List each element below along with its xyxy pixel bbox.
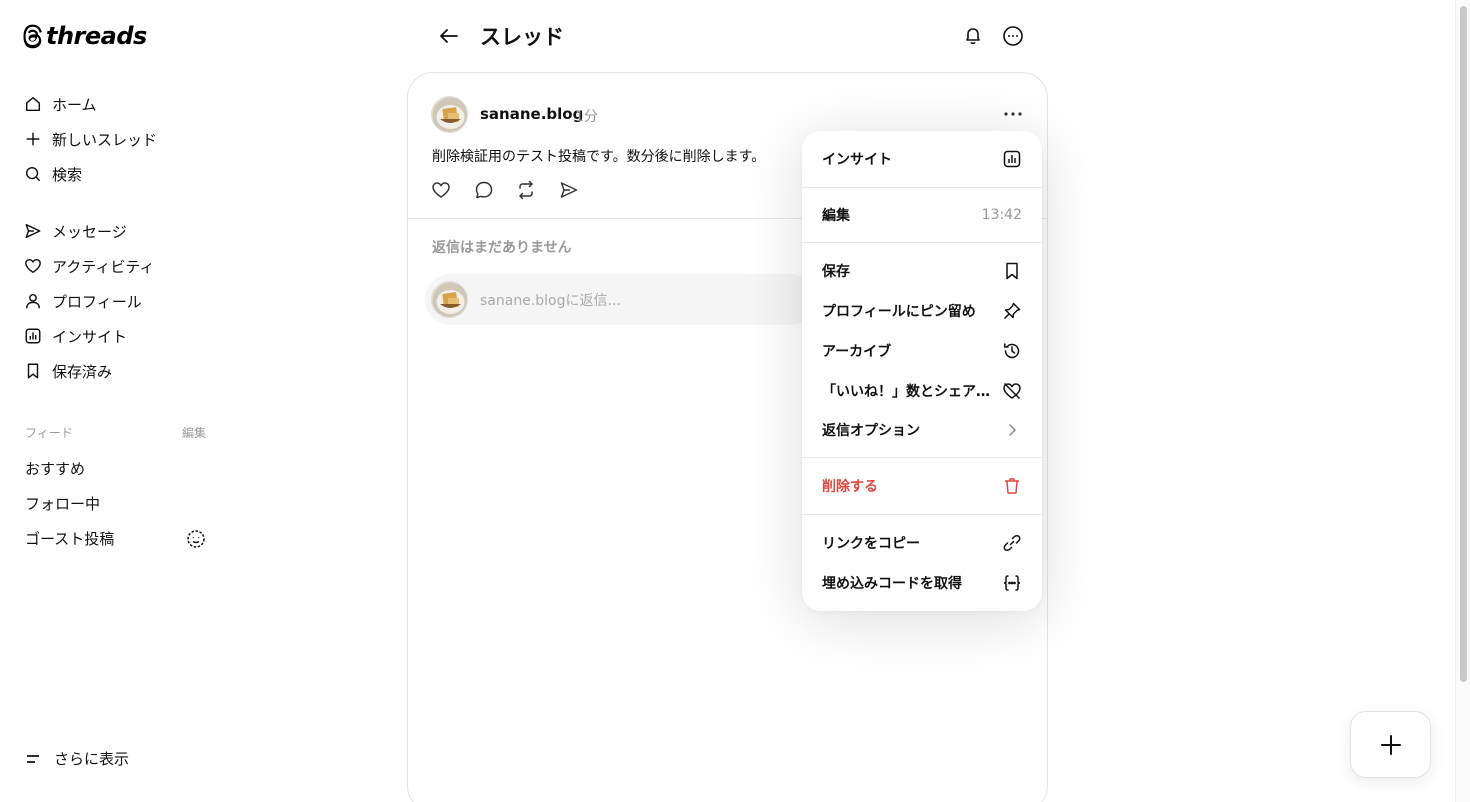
post-options-menu: インサイト 編集 13:42 保存 プロフィールにピン留め アーカイブ 「いいね… [802,131,1042,611]
send-icon [25,223,41,239]
insights-icon [25,328,41,344]
menu-item-insights[interactable]: インサイト [802,141,1042,177]
menu-label: 編集 [822,208,850,224]
more-options-icon[interactable] [1001,24,1025,48]
plus-icon [1380,734,1401,755]
share-icon[interactable] [559,180,579,200]
feed-label: おすすめ [25,460,86,478]
menu-label: リンクをコピー [822,536,920,552]
post-timestamp: 1分 [575,109,598,125]
search-icon [25,166,41,182]
menu-item-pin[interactable]: プロフィールにピン留め [802,293,1042,329]
post-more-icon[interactable] [1000,104,1026,124]
bell-icon[interactable] [961,24,985,48]
reply-avatar [431,281,468,318]
page-title: スレッド [480,25,564,49]
feed-recommended[interactable]: おすすめ [25,458,85,479]
heart-icon [25,258,41,274]
menu-label: 「いいね！」数とシェア数を非表示 [822,384,992,400]
brand-name: threads [46,22,147,50]
chevron-right-icon [1009,424,1016,436]
more-menu-button[interactable]: さらに表示 [25,748,129,769]
threads-logo-icon [23,24,42,49]
nav-label: 新しいスレッド [52,130,158,149]
pin-icon [1003,302,1021,320]
menu-item-hide-likes[interactable]: 「いいね！」数とシェア数を非表示 [802,373,1042,409]
menu-label: プロフィールにピン留め [822,304,976,320]
menu-label: 保存 [822,264,850,280]
nav-label: 保存済み [52,362,113,381]
nav-home[interactable]: ホーム [24,92,97,116]
nav-messages[interactable]: メッセージ [24,219,127,243]
menu-label: 削除する [822,479,878,495]
nav-label: 検索 [52,165,83,184]
feed-label: フォロー中 [25,495,101,513]
heart-off-icon [1003,382,1021,400]
feeds-header: フィード 編集 [25,424,206,441]
nav-new-thread[interactable]: 新しいスレッド [24,127,157,151]
feed-label: ゴースト投稿 [25,530,115,548]
menu-label: 埋め込みコードを取得 [822,576,962,592]
reply-placeholder: sanane.blogに返信... [480,293,621,309]
bookmark-icon [27,363,39,379]
menu-divider [802,514,1042,515]
ghost-icon [187,530,205,548]
menu-item-delete[interactable]: 削除する [802,468,1042,504]
threads-logo[interactable]: threads [22,22,147,50]
embed-code-icon [1003,575,1021,591]
feeds-edit-link[interactable]: 編集 [182,424,206,441]
home-icon [25,96,41,112]
post-username[interactable]: sanane.blog [480,105,583,123]
menu-icon [27,754,39,763]
scrollbar[interactable] [1455,0,1470,802]
repost-icon[interactable] [516,180,536,200]
plus-icon [26,132,40,146]
nav-label: メッセージ [52,222,127,241]
nav-profile[interactable]: プロフィール [24,289,142,313]
menu-item-reply-options[interactable]: 返信オプション [802,412,1042,448]
post-body: 削除検証用のテスト投稿です。数分後に削除します。 [432,149,766,165]
nav-search[interactable]: 検索 [24,162,82,186]
trash-icon [1005,478,1019,494]
back-arrow-icon[interactable] [437,24,461,48]
feed-ghost-posts[interactable]: ゴースト投稿 [25,528,114,549]
menu-divider [802,187,1042,188]
insights-icon [1003,150,1021,168]
menu-label: インサイト [822,152,892,168]
menu-label: アーカイブ [822,344,892,360]
scrollbar-thumb[interactable] [1460,6,1467,682]
nav-activity[interactable]: アクティビティ [24,254,154,278]
comment-icon[interactable] [474,180,494,200]
new-thread-fab[interactable] [1350,711,1431,778]
menu-item-save[interactable]: 保存 [802,253,1042,289]
nav-label: ホーム [52,95,97,114]
no-replies-text: 返信はまだありません [432,240,572,256]
feeds-heading: フィード [25,426,73,440]
menu-item-embed[interactable]: 埋め込みコードを取得 [802,565,1042,601]
menu-divider [802,242,1042,243]
link-icon [1003,534,1021,552]
menu-item-copy-link[interactable]: リンクをコピー [802,525,1042,561]
like-icon[interactable] [431,180,451,200]
nav-label: プロフィール [52,292,142,311]
menu-item-edit[interactable]: 編集 13:42 [802,197,1042,233]
feed-following[interactable]: フォロー中 [25,493,100,514]
nav-saved[interactable]: 保存済み [24,359,112,383]
bookmark-icon [1006,262,1018,280]
more-label: さらに表示 [54,750,130,768]
menu-divider [802,457,1042,458]
menu-label: 返信オプション [822,423,920,439]
edit-time-remaining: 13:42 [981,207,1022,223]
person-icon [25,293,41,309]
history-icon [1004,343,1020,359]
menu-item-archive[interactable]: アーカイブ [802,333,1042,369]
nav-label: アクティビティ [52,257,155,276]
avatar[interactable] [431,96,468,133]
nav-insights[interactable]: インサイト [24,324,127,348]
nav-label: インサイト [52,327,128,346]
